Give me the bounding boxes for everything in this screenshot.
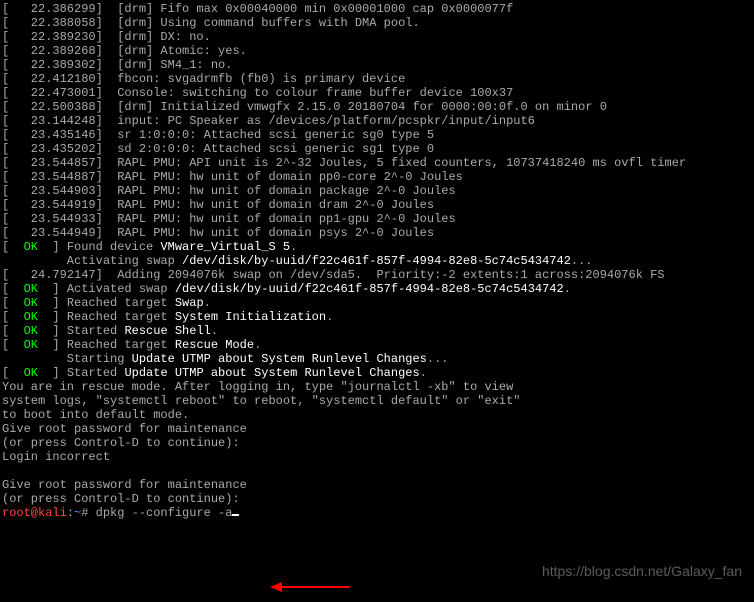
log-line: [ 23.144248] input: PC Speaker as /devic… xyxy=(2,114,752,128)
log-line: Give root password for maintenance xyxy=(2,422,752,436)
log-line: [ OK ] Activated swap /dev/disk/by-uuid/… xyxy=(2,282,752,296)
log-line: [ 22.388058] [drm] Using command buffers… xyxy=(2,16,752,30)
log-line: Starting Update UTMP about System Runlev… xyxy=(2,352,752,366)
command-input[interactable]: dpkg --configure -a xyxy=(96,506,233,520)
log-line: [ 23.435146] sr 1:0:0:0: Attached scsi g… xyxy=(2,128,752,142)
log-line: [ 23.544903] RAPL PMU: hw unit of domain… xyxy=(2,184,752,198)
prompt-user-host: root@kali xyxy=(2,506,67,520)
log-line: system logs, "systemctl reboot" to reboo… xyxy=(2,394,752,408)
log-line: (or press Control-D to continue): xyxy=(2,492,752,506)
watermark-text: https://blog.csdn.net/Galaxy_fan xyxy=(542,564,742,578)
log-line: [ OK ] Started Update UTMP about System … xyxy=(2,366,752,380)
log-line: [ 22.412180] fbcon: svgadrmfb (fb0) is p… xyxy=(2,72,752,86)
log-line: [ 23.544857] RAPL PMU: API unit is 2^-32… xyxy=(2,156,752,170)
log-line: Login incorrect xyxy=(2,450,752,464)
log-line: [ 24.792147] Adding 2094076k swap on /de… xyxy=(2,268,752,282)
log-line: [ 22.389302] [drm] SM4_1: no. xyxy=(2,58,752,72)
log-line: [ OK ] Reached target Swap. xyxy=(2,296,752,310)
log-line: You are in rescue mode. After logging in… xyxy=(2,380,752,394)
log-line: [ OK ] Found device VMware_Virtual_S 5. xyxy=(2,240,752,254)
log-line: [ OK ] Reached target Rescue Mode. xyxy=(2,338,752,352)
cursor-icon xyxy=(232,514,239,516)
log-line: [ 22.389230] [drm] DX: no. xyxy=(2,30,752,44)
terminal-output: [ 22.386299] [drm] Fifo max 0x00040000 m… xyxy=(0,0,754,522)
log-line: [ 23.544949] RAPL PMU: hw unit of domain… xyxy=(2,226,752,240)
log-line: (or press Control-D to continue): xyxy=(2,436,752,450)
shell-prompt[interactable]: root@kali:~# dpkg --configure -a xyxy=(2,506,752,520)
log-line: [ 22.386299] [drm] Fifo max 0x00040000 m… xyxy=(2,2,752,16)
prompt-separator: : xyxy=(67,506,74,520)
log-line: [ 23.435202] sd 2:0:0:0: Attached scsi g… xyxy=(2,142,752,156)
log-line: [ 22.389268] [drm] Atomic: yes. xyxy=(2,44,752,58)
log-line: [ 23.544919] RAPL PMU: hw unit of domain… xyxy=(2,198,752,212)
log-line: Activating swap /dev/disk/by-uuid/f22c46… xyxy=(2,254,752,268)
log-line: [ OK ] Started Rescue Shell. xyxy=(2,324,752,338)
log-line: Give root password for maintenance xyxy=(2,478,752,492)
annotation-arrow-icon xyxy=(270,580,350,594)
prompt-hash: # xyxy=(81,506,95,520)
log-line: [ 23.544933] RAPL PMU: hw unit of domain… xyxy=(2,212,752,226)
log-line: [ 22.500388] [drm] Initialized vmwgfx 2.… xyxy=(2,100,752,114)
log-line: [ 22.473001] Console: switching to colou… xyxy=(2,86,752,100)
log-line: [ OK ] Reached target System Initializat… xyxy=(2,310,752,324)
log-line xyxy=(2,464,752,478)
log-line: [ 23.544887] RAPL PMU: hw unit of domain… xyxy=(2,170,752,184)
log-line: to boot into default mode. xyxy=(2,408,752,422)
